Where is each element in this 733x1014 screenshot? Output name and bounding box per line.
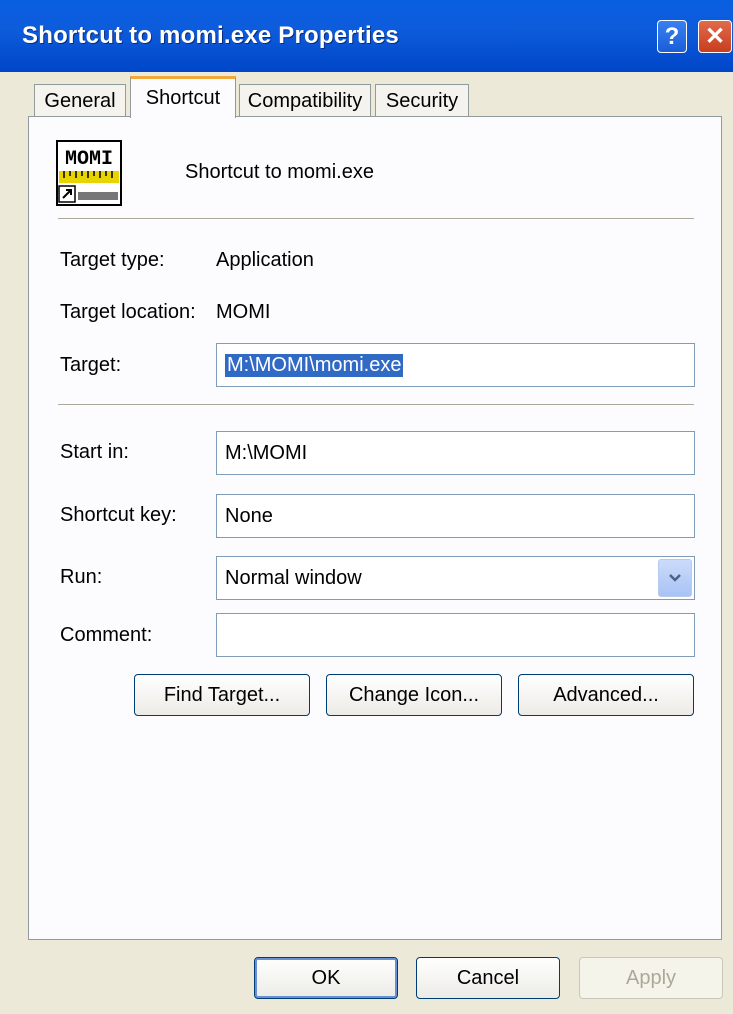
cancel-button[interactable]: Cancel bbox=[416, 957, 560, 999]
run-select[interactable]: Normal window bbox=[216, 556, 695, 600]
icon-logo-text: MOMI bbox=[65, 148, 113, 171]
tab-security[interactable]: Security bbox=[375, 84, 469, 118]
window-title: Shortcut to momi.exe Properties bbox=[22, 22, 399, 49]
find-target-button[interactable]: Find Target... bbox=[134, 674, 310, 716]
start-in-input[interactable]: M:\MOMI bbox=[216, 431, 695, 475]
momi-app-icon: MOMI bbox=[56, 140, 122, 206]
help-button[interactable]: ? bbox=[657, 20, 687, 53]
tab-general[interactable]: General bbox=[34, 84, 126, 118]
start-in-value: M:\MOMI bbox=[225, 441, 308, 464]
divider bbox=[58, 404, 694, 406]
comment-input[interactable] bbox=[216, 613, 695, 657]
target-type-label: Target type: bbox=[60, 249, 165, 271]
shortcut-key-input[interactable]: None bbox=[216, 494, 695, 538]
target-label: Target: bbox=[60, 354, 122, 376]
run-label: Run: bbox=[60, 566, 103, 588]
apply-button[interactable]: Apply bbox=[579, 957, 723, 999]
target-location-value: MOMI bbox=[216, 301, 271, 323]
shortcut-key-value: None bbox=[225, 504, 273, 527]
title-bar[interactable]: Shortcut to momi.exe Properties ? ✕ bbox=[0, 0, 733, 72]
change-icon-button[interactable]: Change Icon... bbox=[326, 674, 502, 716]
help-icon: ? bbox=[664, 22, 680, 50]
target-type-value: Application bbox=[216, 249, 314, 271]
target-input[interactable]: M:\MOMI\momi.exe bbox=[216, 343, 695, 387]
close-icon: ✕ bbox=[704, 23, 726, 50]
comment-label: Comment: bbox=[60, 624, 153, 646]
target-value: M:\MOMI\momi.exe bbox=[225, 353, 404, 377]
shortcut-name: Shortcut to momi.exe bbox=[185, 161, 374, 183]
ok-button[interactable]: OK bbox=[254, 957, 398, 999]
start-in-label: Start in: bbox=[60, 441, 129, 463]
chevron-down-icon bbox=[669, 574, 681, 582]
tab-compatibility[interactable]: Compatibility bbox=[239, 84, 371, 118]
shortcut-key-label: Shortcut key: bbox=[60, 504, 177, 526]
advanced-button[interactable]: Advanced... bbox=[518, 674, 694, 716]
divider bbox=[58, 218, 694, 220]
target-location-label: Target location: bbox=[60, 301, 196, 323]
close-button[interactable]: ✕ bbox=[698, 20, 732, 53]
dropdown-button[interactable] bbox=[658, 559, 692, 597]
tab-shortcut[interactable]: Shortcut bbox=[130, 76, 236, 118]
run-value: Normal window bbox=[225, 566, 362, 589]
